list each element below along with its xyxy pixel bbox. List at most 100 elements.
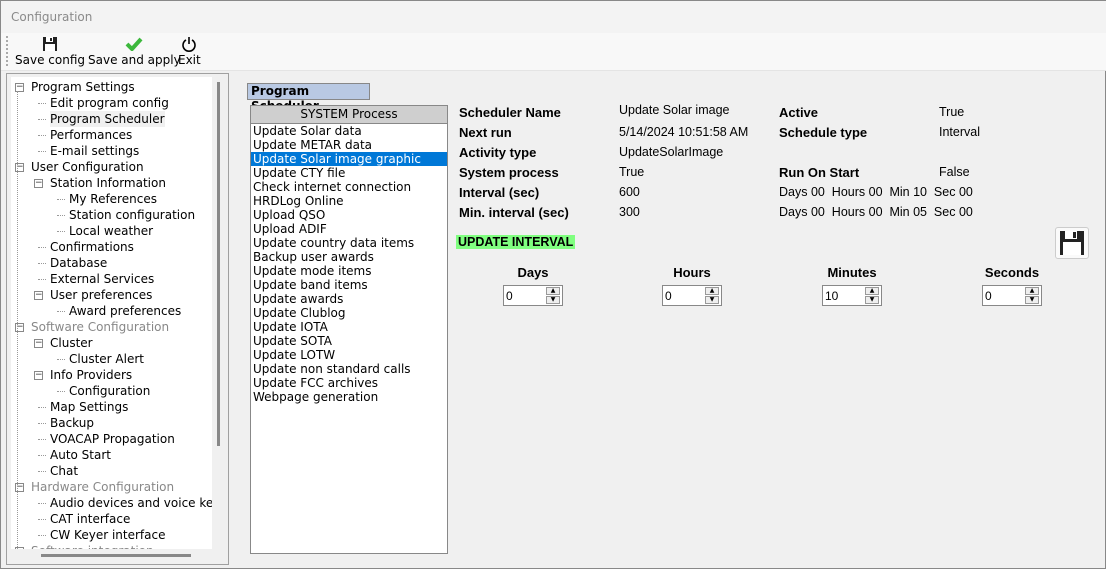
tree-connector bbox=[38, 519, 46, 520]
tree-item[interactable]: E-mail settings bbox=[50, 143, 139, 159]
save-interval-button[interactable] bbox=[1055, 227, 1089, 259]
tree-connector bbox=[57, 391, 65, 392]
tree-item[interactable]: Station configuration bbox=[69, 207, 195, 223]
tree-connector bbox=[38, 135, 46, 136]
list-header[interactable]: SYSTEM Process bbox=[251, 106, 447, 124]
spin-up-button[interactable]: ▲ bbox=[705, 287, 719, 295]
scheduler-name-label: Scheduler Name bbox=[459, 105, 561, 120]
tree-item[interactable]: Program Settings bbox=[31, 79, 135, 95]
tree-connector bbox=[38, 247, 46, 248]
spinner-input[interactable] bbox=[983, 286, 1025, 305]
spin-down-button[interactable]: ▼ bbox=[865, 296, 879, 304]
tree-item[interactable]: Configuration bbox=[69, 383, 150, 399]
list-item[interactable]: Update band items bbox=[251, 278, 447, 292]
list-item[interactable]: Upload QSO bbox=[251, 208, 447, 222]
tree-item[interactable]: Map Settings bbox=[50, 399, 128, 415]
tree-item[interactable]: CW Keyer interface bbox=[50, 527, 165, 543]
tree-item[interactable]: Cluster Alert bbox=[69, 351, 144, 367]
list-item[interactable]: HRDLog Online bbox=[251, 194, 447, 208]
list-item[interactable]: Update non standard calls bbox=[251, 362, 447, 376]
list-item[interactable]: Update LOTW bbox=[251, 348, 447, 362]
tree-connector bbox=[38, 103, 46, 104]
section-title: Program Scheduler bbox=[247, 83, 370, 113]
list-item[interactable]: Update awards bbox=[251, 292, 447, 306]
tree-vertical-scrollbar[interactable] bbox=[217, 82, 220, 446]
spin-up-button[interactable]: ▲ bbox=[865, 287, 879, 295]
next-run-value: 5/14/2024 10:51:58 AM bbox=[619, 125, 749, 139]
list-item[interactable]: Update FCC archives bbox=[251, 376, 447, 390]
spin-down-button[interactable]: ▼ bbox=[546, 296, 560, 304]
spin-up-button[interactable]: ▲ bbox=[1025, 287, 1039, 295]
tree-item[interactable]: Cluster bbox=[50, 335, 93, 351]
tree-item[interactable]: Award preferences bbox=[69, 303, 181, 319]
spinner-input[interactable] bbox=[823, 286, 865, 305]
tree-item[interactable]: Station Information bbox=[50, 175, 166, 191]
save-and-apply-button[interactable]: Save and apply bbox=[88, 35, 181, 67]
tree-connector bbox=[38, 503, 46, 504]
tree-item[interactable]: VOACAP Propagation bbox=[50, 431, 175, 447]
collapse-toggle[interactable]: − bbox=[34, 291, 43, 300]
tree-connector bbox=[57, 231, 65, 232]
spin-down-button[interactable]: ▼ bbox=[705, 296, 719, 304]
tree-item[interactable]: Info Providers bbox=[50, 367, 132, 383]
tree-horizontal-scrollbar[interactable] bbox=[41, 554, 191, 557]
list-item[interactable]: Update Solar data bbox=[251, 124, 447, 138]
list-item[interactable]: Update country data items bbox=[251, 236, 447, 250]
spin-down-button[interactable]: ▼ bbox=[1025, 296, 1039, 304]
list-item[interactable]: Update IOTA bbox=[251, 320, 447, 334]
tree-item[interactable]: Backup bbox=[50, 415, 94, 431]
tree-item[interactable]: Hardware Configuration bbox=[31, 479, 174, 495]
tree-connector bbox=[38, 151, 46, 152]
settings-tree[interactable]: Program Settings − Edit program config Prog… bbox=[11, 77, 212, 549]
collapse-toggle[interactable]: − bbox=[34, 371, 43, 380]
tree-item[interactable]: Auto Start bbox=[50, 447, 111, 463]
spinner-input[interactable] bbox=[504, 286, 546, 305]
tree-item[interactable]: Local weather bbox=[69, 223, 153, 239]
tree-item[interactable]: Confirmations bbox=[50, 239, 134, 255]
toolbar-grip[interactable] bbox=[6, 36, 8, 66]
list-item[interactable]: Update mode items bbox=[251, 264, 447, 278]
tree-item[interactable]: Edit program config bbox=[50, 95, 169, 111]
tree-connector bbox=[38, 407, 46, 408]
tree-item[interactable]: User preferences bbox=[50, 287, 152, 303]
list-item[interactable]: Update METAR data bbox=[251, 138, 447, 152]
tree-item[interactable]: Audio devices and voice keyer bbox=[50, 495, 212, 511]
interval-spinner[interactable]: ▲▼ bbox=[822, 285, 882, 306]
tree-connector bbox=[38, 455, 46, 456]
collapse-toggle[interactable]: − bbox=[34, 339, 43, 348]
tree-item[interactable]: Software Configuration bbox=[31, 319, 169, 335]
system-process-label: System process bbox=[459, 165, 559, 180]
tree-connector bbox=[57, 311, 65, 312]
list-item[interactable]: Check internet connection bbox=[251, 180, 447, 194]
spinner-input[interactable] bbox=[663, 286, 705, 305]
list-item[interactable]: Webpage generation bbox=[251, 390, 447, 404]
tree-item[interactable]: My References bbox=[69, 191, 157, 207]
run-on-start-label: Run On Start bbox=[779, 165, 860, 180]
tree-item[interactable]: Performances bbox=[50, 127, 132, 143]
system-process-list[interactable]: SYSTEM Process Update Solar data Update M… bbox=[250, 105, 448, 554]
list-item[interactable]: Backup user awards bbox=[251, 250, 447, 264]
collapse-toggle[interactable]: − bbox=[34, 179, 43, 188]
tree-connector bbox=[38, 535, 46, 536]
tree-item[interactable]: External Services bbox=[50, 271, 154, 287]
tree-item[interactable]: Program Scheduler bbox=[50, 111, 165, 127]
tree-item[interactable]: Chat bbox=[50, 463, 78, 479]
tree-item[interactable]: Software integration bbox=[31, 543, 154, 549]
list-item[interactable]: Update Solar image graphic bbox=[251, 152, 447, 166]
interval-spinner[interactable]: ▲▼ bbox=[662, 285, 722, 306]
interval-spinner[interactable]: ▲▼ bbox=[982, 285, 1042, 306]
save-config-button[interactable]: Save config bbox=[15, 35, 85, 67]
tree-connector bbox=[38, 439, 46, 440]
tree-item[interactable]: Database bbox=[50, 255, 107, 271]
tree-item[interactable]: User Configuration bbox=[31, 159, 144, 175]
list-item[interactable]: Upload ADIF bbox=[251, 222, 447, 236]
list-item[interactable]: Update CTY file bbox=[251, 166, 447, 180]
list-item[interactable]: Update SOTA bbox=[251, 334, 447, 348]
spin-up-button[interactable]: ▲ bbox=[546, 287, 560, 295]
list-item[interactable]: Update Clublog bbox=[251, 306, 447, 320]
interval-spinner[interactable]: ▲▼ bbox=[503, 285, 563, 306]
next-run-label: Next run bbox=[459, 125, 512, 140]
tree-connector bbox=[38, 263, 46, 264]
exit-button[interactable]: Exit bbox=[178, 35, 201, 67]
tree-item[interactable]: CAT interface bbox=[50, 511, 130, 527]
